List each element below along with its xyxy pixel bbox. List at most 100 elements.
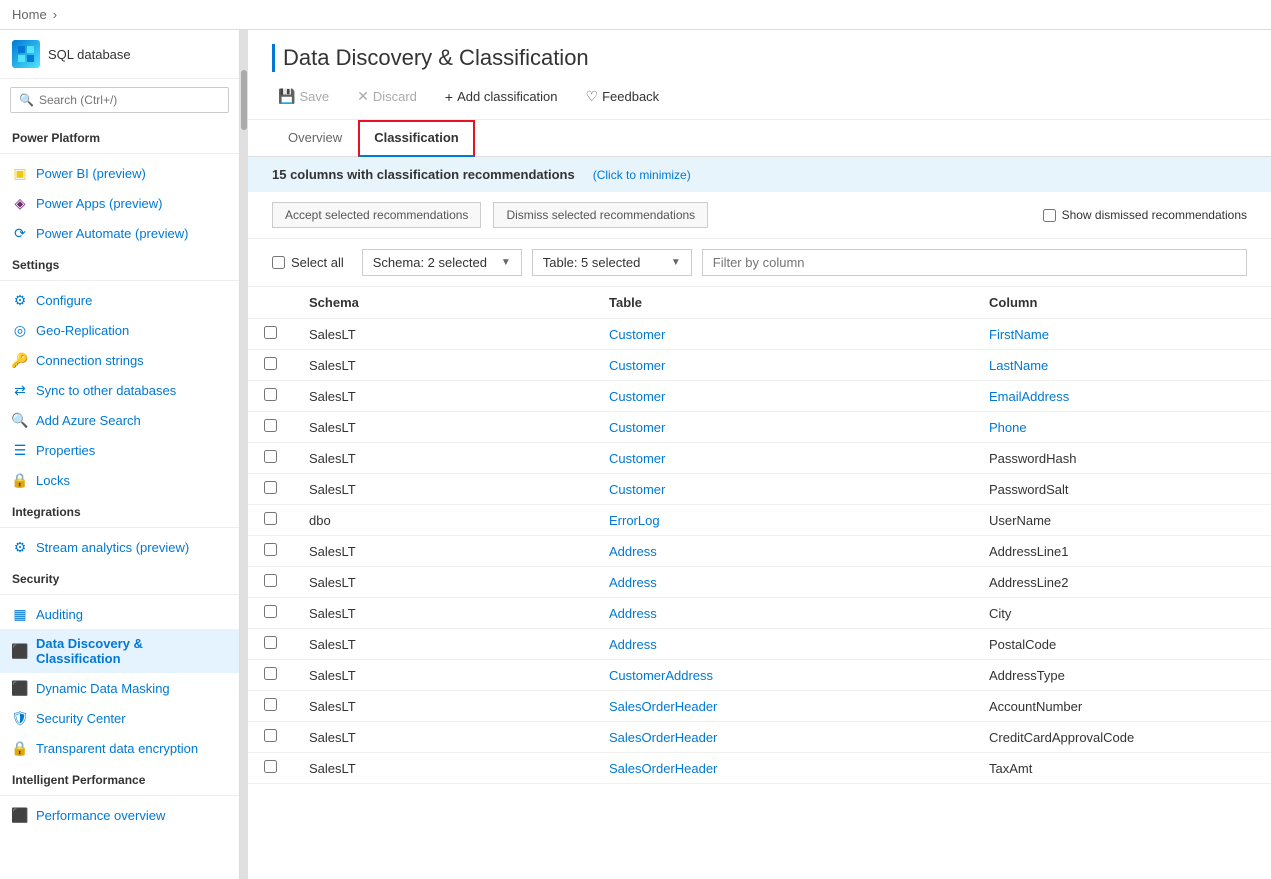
sidebar-item-label: Add Azure Search: [36, 413, 141, 428]
row-checkbox[interactable]: [264, 729, 277, 742]
sidebar-item-sync-databases[interactable]: ⇄ Sync to other databases: [0, 375, 239, 405]
row-table[interactable]: Customer: [593, 319, 973, 350]
schema-filter-label: Schema: 2 selected: [373, 255, 487, 270]
feedback-button[interactable]: ♡ Feedback: [580, 84, 666, 109]
sidebar-item-connection-strings[interactable]: 🔑 Connection strings: [0, 345, 239, 375]
column-filter-input[interactable]: [702, 249, 1247, 276]
table-row: SalesLTSalesOrderHeaderCreditCardApprova…: [248, 722, 1271, 753]
row-schema: SalesLT: [293, 660, 593, 691]
row-table[interactable]: Customer: [593, 412, 973, 443]
show-dismissed-checkbox[interactable]: [1043, 209, 1056, 222]
row-column[interactable]: EmailAddress: [973, 381, 1271, 412]
sidebar-item-locks[interactable]: 🔒 Locks: [0, 465, 239, 495]
recommendations-banner[interactable]: 15 columns with classification recommend…: [248, 157, 1271, 192]
row-column[interactable]: Phone: [973, 412, 1271, 443]
row-checkbox[interactable]: [264, 605, 277, 618]
search-container[interactable]: 🔍: [10, 87, 229, 113]
transparent-encryption-icon: 🔒: [12, 740, 28, 756]
table-filter-dropdown[interactable]: Table: 5 selected ▼: [532, 249, 692, 276]
nav-section-integrations: Integrations: [0, 495, 239, 523]
geo-replication-icon: ◎: [12, 322, 28, 338]
schema-filter-dropdown[interactable]: Schema: 2 selected ▼: [362, 249, 522, 276]
sidebar-logo: [12, 40, 40, 68]
sidebar-item-performance-overview[interactable]: ⬛ Performance overview: [0, 800, 239, 830]
recommendations-link[interactable]: (Click to minimize): [593, 168, 691, 182]
show-dismissed-label[interactable]: Show dismissed recommendations: [1043, 208, 1247, 222]
row-checkbox[interactable]: [264, 636, 277, 649]
row-table[interactable]: CustomerAddress: [593, 660, 973, 691]
sidebar-item-auditing[interactable]: ▦ Auditing: [0, 599, 239, 629]
row-checkbox-cell: [248, 505, 293, 536]
row-table[interactable]: Customer: [593, 350, 973, 381]
row-checkbox[interactable]: [264, 357, 277, 370]
row-checkbox[interactable]: [264, 574, 277, 587]
sidebar-item-geo-replication[interactable]: ◎ Geo-Replication: [0, 315, 239, 345]
table-row: SalesLTCustomerEmailAddress: [248, 381, 1271, 412]
properties-icon: ☰: [12, 442, 28, 458]
row-schema: SalesLT: [293, 691, 593, 722]
row-table[interactable]: Address: [593, 567, 973, 598]
sidebar-item-stream-analytics[interactable]: ⚙ Stream analytics (preview): [0, 532, 239, 562]
sidebar-item-properties[interactable]: ☰ Properties: [0, 435, 239, 465]
row-column[interactable]: FirstName: [973, 319, 1271, 350]
row-checkbox[interactable]: [264, 326, 277, 339]
filter-row: Select all Schema: 2 selected ▼ Table: 5…: [248, 239, 1271, 287]
sidebar-item-transparent-encryption[interactable]: 🔒 Transparent data encryption: [0, 733, 239, 763]
row-table[interactable]: SalesOrderHeader: [593, 691, 973, 722]
show-dismissed-text: Show dismissed recommendations: [1062, 208, 1247, 222]
row-checkbox[interactable]: [264, 450, 277, 463]
dismiss-recommendations-button[interactable]: Dismiss selected recommendations: [493, 202, 708, 228]
sidebar-item-configure[interactable]: ⚙ Configure: [0, 285, 239, 315]
row-checkbox[interactable]: [264, 512, 277, 525]
row-column[interactable]: LastName: [973, 350, 1271, 381]
row-checkbox[interactable]: [264, 543, 277, 556]
table-row: SalesLTCustomerPasswordHash: [248, 443, 1271, 474]
sidebar-item-label: Sync to other databases: [36, 383, 176, 398]
discard-button[interactable]: ✕ Discard: [351, 84, 423, 109]
sidebar-item-dynamic-masking[interactable]: ⬛ Dynamic Data Masking: [0, 673, 239, 703]
sidebar-item-security-center[interactable]: 🛡 Security Center: [0, 703, 239, 733]
accept-recommendations-button[interactable]: Accept selected recommendations: [272, 202, 481, 228]
row-checkbox[interactable]: [264, 388, 277, 401]
row-table[interactable]: Address: [593, 536, 973, 567]
sidebar-item-label: Security Center: [36, 711, 126, 726]
sidebar-item-azure-search[interactable]: 🔍 Add Azure Search: [0, 405, 239, 435]
row-checkbox[interactable]: [264, 667, 277, 680]
row-checkbox[interactable]: [264, 419, 277, 432]
sidebar-item-power-apps[interactable]: ◈ Power Apps (preview): [0, 188, 239, 218]
sidebar-item-data-discovery[interactable]: ⬛ Data Discovery & Classification: [0, 629, 239, 673]
row-table[interactable]: Customer: [593, 443, 973, 474]
add-classification-button[interactable]: + Add classification: [439, 85, 564, 109]
sidebar-item-power-bi[interactable]: ▣ Power BI (preview): [0, 158, 239, 188]
table-row: SalesLTSalesOrderHeaderAccountNumber: [248, 691, 1271, 722]
save-button[interactable]: 💾 Save: [272, 84, 335, 109]
power-bi-icon: ▣: [12, 165, 28, 181]
search-input[interactable]: [39, 93, 220, 107]
row-table[interactable]: SalesOrderHeader: [593, 753, 973, 784]
select-all-checkbox[interactable]: [272, 256, 285, 269]
tab-overview[interactable]: Overview: [272, 120, 358, 157]
table-row: SalesLTAddressAddressLine2: [248, 567, 1271, 598]
tab-classification[interactable]: Classification: [358, 120, 475, 157]
toolbar: 💾 Save ✕ Discard + Add classification ♡ …: [272, 84, 1247, 109]
breadcrumb-separator: ›: [53, 7, 57, 22]
row-checkbox-cell: [248, 350, 293, 381]
row-table[interactable]: Customer: [593, 381, 973, 412]
breadcrumb-home[interactable]: Home: [12, 7, 47, 22]
row-checkbox[interactable]: [264, 760, 277, 773]
table-dropdown-arrow: ▼: [671, 257, 681, 268]
main-content: 15 columns with classification recommend…: [248, 157, 1271, 879]
row-schema: SalesLT: [293, 536, 593, 567]
select-all-label[interactable]: Select all: [272, 255, 344, 270]
row-table[interactable]: Customer: [593, 474, 973, 505]
page-header: Data Discovery & Classification 💾 Save ✕…: [248, 30, 1271, 120]
row-table[interactable]: ErrorLog: [593, 505, 973, 536]
row-schema: SalesLT: [293, 722, 593, 753]
row-table[interactable]: Address: [593, 629, 973, 660]
row-checkbox[interactable]: [264, 698, 277, 711]
sidebar-item-power-automate[interactable]: ⟳ Power Automate (preview): [0, 218, 239, 248]
row-table[interactable]: SalesOrderHeader: [593, 722, 973, 753]
row-checkbox[interactable]: [264, 481, 277, 494]
row-checkbox-cell: [248, 691, 293, 722]
row-table[interactable]: Address: [593, 598, 973, 629]
